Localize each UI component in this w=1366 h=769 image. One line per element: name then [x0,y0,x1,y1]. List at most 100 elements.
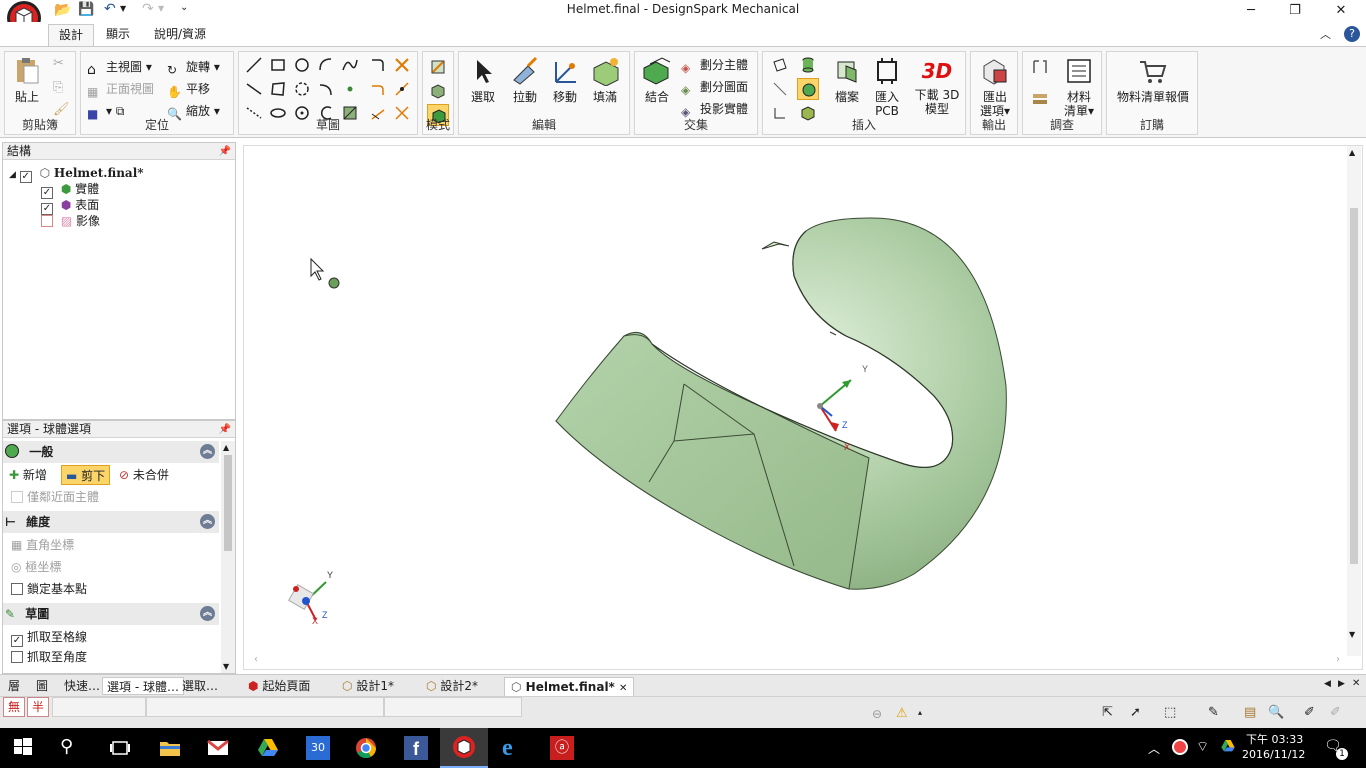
collapse-general-icon[interactable]: ︽ [200,444,215,459]
file-button[interactable]: 檔案 [827,54,867,104]
view-triad[interactable]: Y Z X [288,570,333,626]
no-merge-option[interactable]: ⊘ 未合併 [119,465,169,485]
clock-time[interactable]: 下午 03:33 [1246,731,1303,747]
ellipse-tool-icon[interactable] [291,78,313,100]
helmet-model-canvas[interactable]: Y Z X Y Z X [244,146,1362,669]
doc-tab-start[interactable]: ⬢ 起始頁面 [242,677,316,696]
helmet-model[interactable] [555,217,1007,590]
help-icon[interactable]: ? [1344,26,1360,42]
wifi-icon[interactable]: ⌔ [1196,738,1209,756]
show-hidden-icons[interactable]: ︿ [1148,740,1160,757]
circle-tool-icon[interactable] [291,54,313,76]
tab-layers[interactable]: 層 [4,677,24,695]
chrome-icon[interactable] [354,736,378,760]
tab-scroll-left-icon[interactable]: ◀ [1324,679,1331,689]
scroll-thumb[interactable] [224,455,232,551]
vscroll-up-icon[interactable]: ▲ [1349,148,1355,157]
status-cursor-icon[interactable]: ➚ [1130,705,1141,720]
download-3d-button[interactable]: 3D 下載 3D 模型 [909,54,965,116]
vscroll-thumb[interactable] [1350,208,1358,564]
ime-width-indicator[interactable]: 半 [27,697,49,717]
doc-tab-design2[interactable]: ⬡ 設計2* [420,677,484,696]
tab-design[interactable]: 設計 [48,24,95,46]
vscroll-down-icon[interactable]: ▼ [1349,630,1355,639]
doc-tab-helmet[interactable]: ⬡ Helmet.final* ✕ [504,677,635,696]
file-explorer-icon[interactable] [158,736,182,760]
status-edit-icon[interactable]: ✐ [1304,705,1315,720]
section-sketch[interactable]: ✎ 草圖 ︽ [3,603,219,625]
close-tab-icon[interactable]: ✕ [619,683,627,694]
status-sketch-icon[interactable]: ✎ [1208,705,1219,720]
tab-views[interactable]: 圖 [32,677,52,695]
windows-start-icon[interactable] [12,736,36,760]
tree-root[interactable]: ◢ ✓ ⬡ Helmet.final* [9,165,144,183]
line-tool-icon[interactable] [243,54,265,76]
clock-date[interactable]: 2016/11/12 [1242,748,1305,761]
tangent-option[interactable]: 僅鄰近面主體 [11,487,99,507]
tab-selection[interactable]: 選取… [178,677,222,695]
tab-quick[interactable]: 快速… [60,677,104,695]
status-material-icon[interactable]: ▤ [1244,705,1256,720]
fill-button[interactable]: 填滿 [585,54,625,104]
offset-tool-icon[interactable] [367,78,389,100]
sphere-icon[interactable] [797,78,819,100]
front-view-button[interactable]: ▦ 正面視圖 [87,78,154,100]
measure-icon[interactable] [1029,56,1051,78]
google-drive-icon[interactable] [256,736,280,760]
options-scrollbar[interactable]: ▲ ▼ [221,441,235,673]
status-zoom-icon[interactable]: 🔍 [1268,705,1284,720]
select-button[interactable]: 選取 [463,54,503,104]
cylinder-icon[interactable] [797,54,819,76]
tree-item-surface[interactable]: ✓ ⬢ 表面 [41,197,99,215]
sketch-mode-icon[interactable] [427,56,449,78]
material-icon[interactable] [1029,88,1051,110]
extend-tool-icon[interactable] [391,78,413,100]
snap-angle-checkbox[interactable] [11,651,23,663]
collapse-dimension-icon[interactable]: ︽ [200,514,215,529]
bom-quote-button[interactable]: 物料清單報價 [1109,54,1197,104]
close-button[interactable]: ✕ [1318,0,1364,22]
lock-base-option[interactable]: 鎖定基本點 [11,579,87,599]
point-tool-icon[interactable] [339,78,361,100]
copy-icon[interactable]: ⎘ [53,80,63,95]
tangent-line-tool-icon[interactable] [243,78,265,100]
hscroll-right-icon[interactable]: › [1336,654,1340,665]
designspark-taskbar-icon[interactable] [440,728,488,768]
plane-icon[interactable] [769,54,791,76]
ime-mode-indicator[interactable]: 無 [3,697,25,717]
status-box-select-icon[interactable]: ⬚ [1164,705,1176,720]
axis-icon[interactable] [769,78,791,100]
arc-tool-icon[interactable] [315,54,337,76]
drive-tray-icon[interactable] [1220,738,1236,757]
collapse-ribbon-icon[interactable]: ︿ [1320,26,1331,42]
combine-button[interactable]: 結合 [637,54,677,104]
tab-scroll-right-icon[interactable]: ▶ [1338,679,1345,689]
task-view-icon[interactable] [108,736,132,760]
polar-option[interactable]: ◎ 極坐標 [11,557,61,577]
spline-tool-icon[interactable] [339,54,361,76]
rectangle-tool-icon[interactable] [267,54,289,76]
status-edit2-icon[interactable]: ✐ [1330,705,1341,720]
expand-icon[interactable]: ◢ [9,170,16,180]
doc-tab-design1[interactable]: ⬡ 設計1* [336,677,400,696]
cut-option[interactable]: ▬ 剪下 [61,465,111,485]
warning-dropdown-icon[interactable]: ▴ [918,708,922,717]
rotate-button[interactable]: ↻ 旋轉 ▾ [167,56,220,78]
pan-button[interactable]: ✋ 平移 [167,78,210,100]
tab-display[interactable]: 顯示 [96,24,140,46]
horizontal-scrollbar[interactable]: ‹ › [244,654,1347,668]
tree-item-solid[interactable]: ✓ ⬢ 實體 [41,181,99,199]
status-select-pointer-icon[interactable]: ⇱ [1102,705,1113,720]
section-general[interactable]: 一般 ︽ [3,441,219,463]
scroll-up-icon[interactable]: ▲ [223,443,229,452]
trim-tool-icon[interactable] [391,54,413,76]
vertical-scrollbar[interactable]: ▲ ▼ [1347,146,1361,656]
polygon-tool-icon[interactable] [267,78,289,100]
sphere-point-icon[interactable] [328,277,340,289]
format-painter-icon[interactable]: 🖌 [53,102,70,117]
minimize-button[interactable]: ─ [1228,0,1274,22]
status-disabled-icon[interactable]: ⊖ [872,707,882,721]
root-checkbox[interactable]: ✓ [19,171,32,183]
split-surface-button[interactable]: ◈ 劃分圖面 [681,76,748,98]
design-viewport[interactable]: Y Z X Y Z X ▲ ▼ ‹ › [243,145,1363,670]
